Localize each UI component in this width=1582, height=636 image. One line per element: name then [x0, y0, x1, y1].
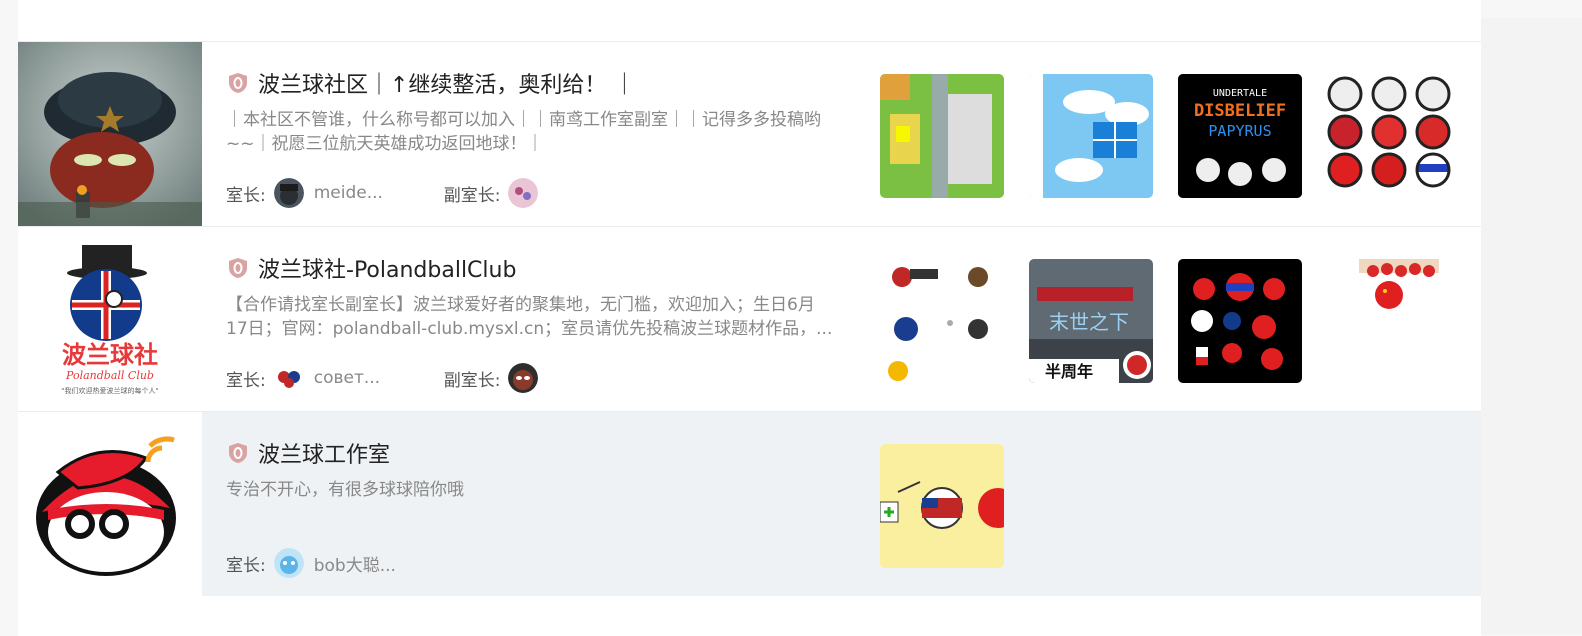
owner-avatar[interactable]: [273, 548, 304, 578]
work-thumbnail[interactable]: 末世之下 半周年: [1029, 259, 1153, 383]
owner-avatar[interactable]: [273, 363, 304, 393]
owner-label: 室长:: [226, 370, 266, 391]
studio-ball-cover-icon: [18, 412, 202, 596]
thumb-text: PAPYRUS: [1208, 122, 1271, 140]
owner-label: 室长:: [226, 185, 266, 206]
shield-icon: [226, 256, 250, 280]
work-thumbnail[interactable]: [1327, 74, 1451, 198]
community-description: ｜本社区不管谁，什么称号都可以加入｜｜南鸢工作室副室｜｜记得多多投稿哟~~｜祝愿…: [226, 110, 821, 154]
fur-hat-ball-cover-icon: [18, 42, 202, 226]
community-row[interactable]: 波兰球社 Polandball Club "我们欢迎热爱波兰球的每个人" 波兰球…: [18, 227, 1481, 412]
next-row-partial: [18, 596, 1481, 636]
vice-owner-avatar[interactable]: [508, 178, 539, 208]
thumb-text: DISBELIEF: [1194, 101, 1286, 121]
work-thumbnails: 末世之下 半周年: [880, 259, 1451, 383]
right-margin: [1481, 18, 1582, 635]
cover-title: 波兰球社: [62, 341, 158, 369]
community-list: 波兰球社区｜↑继续整活，奥利给！ ｜ ｜本社区不管谁，什么称号都可以加入｜｜南鸢…: [18, 41, 1481, 597]
community-description: 【合作请找室长副室长】波兰球爱好者的聚集地，无门槛，欢迎加入；生日6月17日；官…: [226, 295, 833, 339]
community-list-page: 波兰球社区｜↑继续整活，奥利给！ ｜ ｜本社区不管谁，什么称号都可以加入｜｜南鸢…: [18, 0, 1481, 636]
polandball-club-logo-icon: 波兰球社 Polandball Club "我们欢迎热爱波兰球的每个人": [18, 227, 202, 411]
community-description: 专治不开心，有很多球球陪你哦: [226, 480, 464, 500]
thumb-text: UNDERTALE: [1213, 88, 1267, 99]
community-cover[interactable]: [18, 412, 202, 596]
community-info: 波兰球社区｜↑继续整活，奥利给！ ｜ ｜本社区不管谁，什么称号都可以加入｜｜南鸢…: [226, 66, 836, 156]
work-thumbnails: UNDERTALE DISBELIEF PAPYRUS: [880, 74, 1451, 198]
work-thumbnail[interactable]: [880, 259, 1004, 383]
work-thumbnails: [880, 444, 1004, 568]
community-cover[interactable]: [18, 42, 202, 226]
cover-subtitle: Polandball Club: [65, 369, 154, 382]
shield-icon: [226, 441, 250, 465]
work-thumbnail[interactable]: [1327, 259, 1451, 383]
community-row[interactable]: 波兰球社区｜↑继续整活，奥利给！ ｜ ｜本社区不管谁，什么称号都可以加入｜｜南鸢…: [18, 42, 1481, 227]
owner-avatar[interactable]: [273, 178, 304, 208]
owner-name[interactable]: совет...: [314, 368, 408, 388]
owner-line: 室长: meide... 副室长:: [226, 178, 548, 208]
vice-owner-label: 副室长:: [443, 370, 501, 391]
community-cover[interactable]: 波兰球社 Polandball Club "我们欢迎热爱波兰球的每个人": [18, 227, 202, 411]
thumb-text: 末世之下: [1049, 310, 1129, 334]
community-title[interactable]: 波兰球社-PolandballClub: [258, 252, 516, 284]
community-row[interactable]: 波兰球工作室 专治不开心，有很多球球陪你哦 室长: bob大聪...: [18, 412, 1481, 597]
work-thumbnail[interactable]: [880, 74, 1004, 198]
work-thumbnail[interactable]: [1178, 259, 1302, 383]
community-title[interactable]: 波兰球社区｜↑继续整活，奥利给！ ｜: [258, 67, 635, 99]
thumb-text: 半周年: [1045, 362, 1093, 381]
vice-owner-label: 副室长:: [443, 185, 501, 206]
owner-line: 室长: bob大聪...: [226, 548, 408, 578]
community-title[interactable]: 波兰球工作室: [258, 437, 390, 469]
work-thumbnail[interactable]: [880, 444, 1004, 568]
cover-caption: "我们欢迎热爱波兰球的每个人": [61, 386, 158, 395]
vice-owner-avatar[interactable]: [508, 363, 539, 393]
shield-icon: [226, 71, 250, 95]
owner-name[interactable]: meide...: [314, 183, 408, 203]
owner-line: 室长: совет... 副室长:: [226, 363, 548, 393]
community-info: 波兰球工作室 专治不开心，有很多球球陪你哦: [226, 436, 836, 526]
owner-label: 室长:: [226, 555, 266, 576]
owner-name[interactable]: bob大聪...: [314, 551, 408, 576]
work-thumbnail[interactable]: UNDERTALE DISBELIEF PAPYRUS: [1178, 74, 1302, 198]
work-thumbnail[interactable]: [1029, 74, 1153, 198]
community-info: 波兰球社-PolandballClub 【合作请找室长副室长】波兰球爱好者的聚集…: [226, 251, 836, 341]
